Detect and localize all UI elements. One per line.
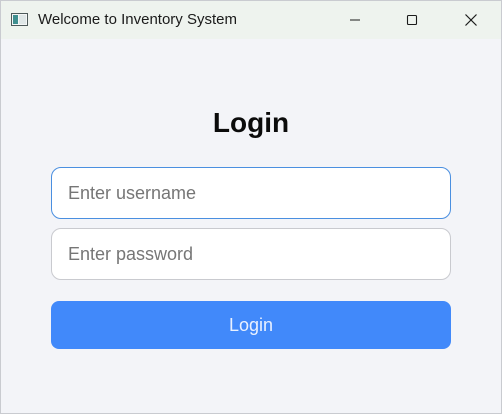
login-button[interactable]: Login bbox=[51, 301, 451, 349]
app-window: Welcome to Inventory System Login Enter … bbox=[0, 0, 502, 414]
app-window-icon bbox=[11, 13, 28, 26]
title-bar[interactable]: Welcome to Inventory System bbox=[1, 1, 501, 39]
maximize-button[interactable] bbox=[389, 1, 435, 39]
maximize-icon bbox=[406, 14, 418, 26]
password-input[interactable] bbox=[51, 228, 451, 280]
minimize-icon bbox=[349, 14, 361, 26]
window-title: Welcome to Inventory System bbox=[38, 11, 237, 28]
minimize-button[interactable] bbox=[332, 1, 378, 39]
username-input[interactable] bbox=[51, 167, 451, 219]
close-button[interactable] bbox=[448, 1, 494, 39]
login-heading: Login bbox=[212, 107, 290, 138]
login-form: Login Login bbox=[1, 39, 501, 413]
close-icon bbox=[464, 13, 478, 27]
